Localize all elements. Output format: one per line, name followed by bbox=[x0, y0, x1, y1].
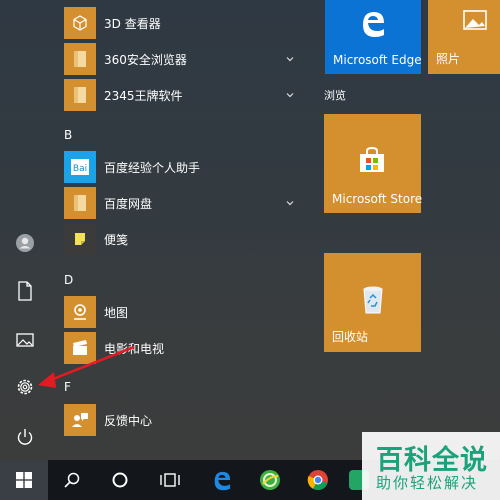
start-button[interactable] bbox=[0, 460, 48, 500]
taskbar-360-browser[interactable] bbox=[248, 460, 292, 500]
360-browser-icon bbox=[260, 470, 280, 490]
taskbar-edge[interactable] bbox=[200, 460, 244, 500]
watermark-subtitle: 助你轻松解决 bbox=[376, 474, 479, 492]
search-icon bbox=[64, 472, 80, 488]
task-view-icon bbox=[160, 473, 180, 487]
cortana-icon bbox=[112, 472, 128, 488]
search-button[interactable] bbox=[52, 460, 92, 500]
edge-icon bbox=[214, 471, 231, 491]
cortana-button[interactable] bbox=[100, 460, 140, 500]
chrome-icon bbox=[307, 470, 328, 491]
watermark: 百科全说 助你轻松解决 bbox=[362, 432, 500, 500]
windows-start-icon bbox=[16, 472, 32, 488]
task-view-button[interactable] bbox=[148, 460, 192, 500]
annotation-arrow bbox=[38, 345, 135, 388]
taskbar-chrome[interactable] bbox=[296, 460, 340, 500]
